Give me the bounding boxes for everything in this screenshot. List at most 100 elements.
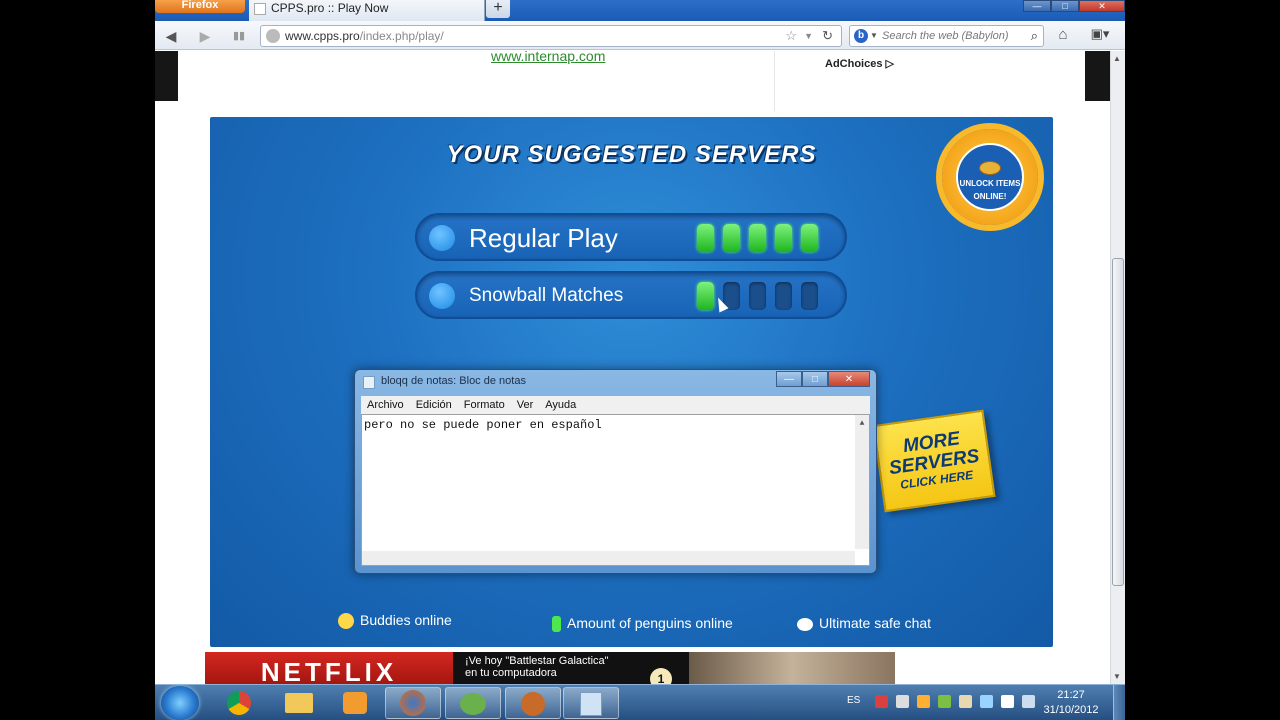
address-bar[interactable]: www.cpps.pro/index.php/play/ ☆ ▼ ↻ <box>260 25 842 47</box>
legend-buddies: Buddies online <box>338 609 452 631</box>
search-icon[interactable]: ⌕ <box>1031 26 1038 46</box>
scroll-up-arrow-icon[interactable]: ▲ <box>1113 54 1121 63</box>
url-path: /index.php/play/ <box>359 29 444 43</box>
tray-app-icon[interactable] <box>938 695 951 708</box>
ad-divider <box>774 51 775 111</box>
notepad-window-controls: — □ ✕ <box>776 371 870 387</box>
maximize-button[interactable]: □ <box>1051 0 1079 12</box>
server-name: Snowball Matches <box>469 285 624 306</box>
notepad-maximize-button[interactable]: □ <box>802 371 828 387</box>
firefox-menu-button[interactable]: Firefox <box>155 0 245 13</box>
reload-icon[interactable]: ↻ <box>822 26 833 46</box>
menu-ver[interactable]: Ver <box>517 396 534 414</box>
notepad-taskbar-icon[interactable] <box>563 687 619 719</box>
minimize-button[interactable]: — <box>1023 0 1051 12</box>
firefox-taskbar-icon[interactable] <box>385 687 441 719</box>
messenger-taskbar-icon[interactable] <box>445 687 501 719</box>
scroll-down-arrow-icon[interactable]: ▼ <box>1113 672 1121 681</box>
globe-icon <box>266 29 280 43</box>
page-scrollbar[interactable]: ▲ ▼ <box>1110 51 1125 684</box>
language-indicator[interactable]: ES <box>847 695 860 706</box>
notepad-content: pero no se puede poner en español <box>364 418 602 432</box>
page-favicon-icon <box>254 3 266 15</box>
population-bars <box>697 224 818 252</box>
action-center-flag-icon[interactable] <box>1001 695 1014 708</box>
page-left-strip <box>155 51 178 101</box>
notepad-close-button[interactable]: ✕ <box>828 371 870 387</box>
server-selection-panel: YOUR SUGGESTED SERVERS UNLOCK ITEMS ONLI… <box>210 117 1053 647</box>
game-taskbar-icon[interactable] <box>505 687 561 719</box>
netflix-ad-banner[interactable]: NETFLIX ¡Ve hoy "Battlestar Galactica" e… <box>205 652 895 684</box>
unlock-items-badge[interactable]: UNLOCK ITEMS ONLINE! <box>942 129 1038 225</box>
netflix-logo: NETFLIX <box>205 652 453 684</box>
server-row-regular-play[interactable]: Regular Play <box>415 213 847 261</box>
menu-ayuda[interactable]: Ayuda <box>545 396 576 414</box>
start-button[interactable] <box>161 686 199 720</box>
home-icon[interactable]: ⌂ <box>1053 26 1073 46</box>
notepad-title: bloqq de notas: Bloc de notas <box>381 375 526 387</box>
population-bar-empty <box>749 282 766 310</box>
forward-arrow-icon[interactable]: ▶ <box>195 27 215 45</box>
tray-app-icon[interactable] <box>980 695 993 708</box>
ad-badge: 1 <box>650 668 672 684</box>
scroll-up-arrow-icon[interactable]: ▲ <box>855 419 869 428</box>
server-row-snowball-matches[interactable]: Snowball Matches <box>415 271 847 319</box>
coin-icon <box>979 161 1001 175</box>
ad-line-1: ¡Ve hoy "Battlestar Galactica" <box>465 655 609 667</box>
notepad-minimize-button[interactable]: — <box>776 371 802 387</box>
taskbar-clock[interactable]: 21:27 31/10/2012 <box>1038 688 1104 718</box>
population-bar-filled <box>697 224 714 252</box>
population-bar-empty <box>775 282 792 310</box>
engine-dropdown-icon[interactable]: ▼ <box>870 26 878 46</box>
notepad-icon <box>363 376 375 389</box>
unlock-badge-text: UNLOCK ITEMS ONLINE! <box>959 179 1021 201</box>
tray-app-icon[interactable] <box>875 695 888 708</box>
notepad-horizontal-scrollbar[interactable] <box>362 551 855 565</box>
new-tab-button[interactable]: + <box>486 0 510 18</box>
notepad-vertical-scrollbar[interactable]: ▲ <box>855 415 869 549</box>
menu-formato[interactable]: Formato <box>464 396 505 414</box>
chrome-taskbar-icon[interactable] <box>211 687 267 719</box>
unlock-badge-inner: UNLOCK ITEMS ONLINE! <box>956 143 1024 211</box>
smiley-icon <box>338 613 354 630</box>
notepad-text-area[interactable]: pero no se puede poner en español ▲ <box>361 414 870 566</box>
system-tray <box>875 695 1035 708</box>
search-input[interactable]: b ▼ Search the web (Babylon) ⌕ <box>849 25 1044 47</box>
internap-ad-link[interactable]: www.internap.com <box>491 51 605 64</box>
population-bar-filled <box>723 224 740 252</box>
show-desktop-button[interactable] <box>1113 685 1125 720</box>
menu-archivo[interactable]: Archivo <box>367 396 404 414</box>
volume-icon[interactable] <box>896 695 909 708</box>
green-bar-icon <box>552 616 561 633</box>
bookmark-star-icon[interactable]: ☆ <box>785 26 797 46</box>
close-button[interactable]: ✕ <box>1079 0 1125 12</box>
url-dropdown-icon[interactable]: ▼ <box>804 26 813 46</box>
tray-app-icon[interactable] <box>917 695 930 708</box>
tray-app-icon[interactable] <box>959 695 972 708</box>
scrollbar-thumb[interactable] <box>1112 258 1124 586</box>
menu-edicion[interactable]: Edición <box>416 396 452 414</box>
page-right-strip <box>1085 51 1110 101</box>
right-black-margin <box>1125 0 1280 720</box>
bookmarks-menu-icon[interactable]: ▣▾ <box>1085 26 1115 46</box>
notepad-menubar: Archivo Edición Formato Ver Ayuda <box>361 396 870 414</box>
browser-window: Firefox CPPS.pro :: Play Now + — □ ✕ ◀ ▶… <box>155 0 1125 720</box>
adchoices-link[interactable]: AdChoices ▷ <box>825 57 894 70</box>
tab-title: CPPS.pro :: Play Now <box>271 1 389 15</box>
legend-penguins: Amount of penguins online <box>552 612 733 634</box>
population-bar-empty <box>801 282 818 310</box>
media-player-taskbar-icon[interactable] <box>327 687 383 719</box>
tab-cpps-play-now[interactable]: CPPS.pro :: Play Now <box>249 0 485 21</box>
search-placeholder: Search the web (Babylon) <box>882 30 1009 42</box>
network-icon[interactable] <box>1022 695 1035 708</box>
explorer-taskbar-icon[interactable] <box>271 687 327 719</box>
back-arrow-icon[interactable]: ◀ <box>161 27 181 45</box>
notepad-window[interactable]: bloqq de notas: Bloc de notas — □ ✕ Arch… <box>354 369 877 574</box>
notepad-titlebar[interactable]: bloqq de notas: Bloc de notas — □ ✕ <box>355 370 876 394</box>
more-servers-button[interactable]: MORE SERVERS CLICK HERE <box>872 409 996 513</box>
legend-buddies-label: Buddies online <box>360 612 452 628</box>
signal-icon[interactable]: ▮▮ <box>229 27 249 45</box>
babylon-engine-icon[interactable]: b <box>854 29 868 43</box>
left-black-margin <box>0 0 155 720</box>
panel-title: YOUR SUGGESTED SERVERS <box>446 141 817 168</box>
